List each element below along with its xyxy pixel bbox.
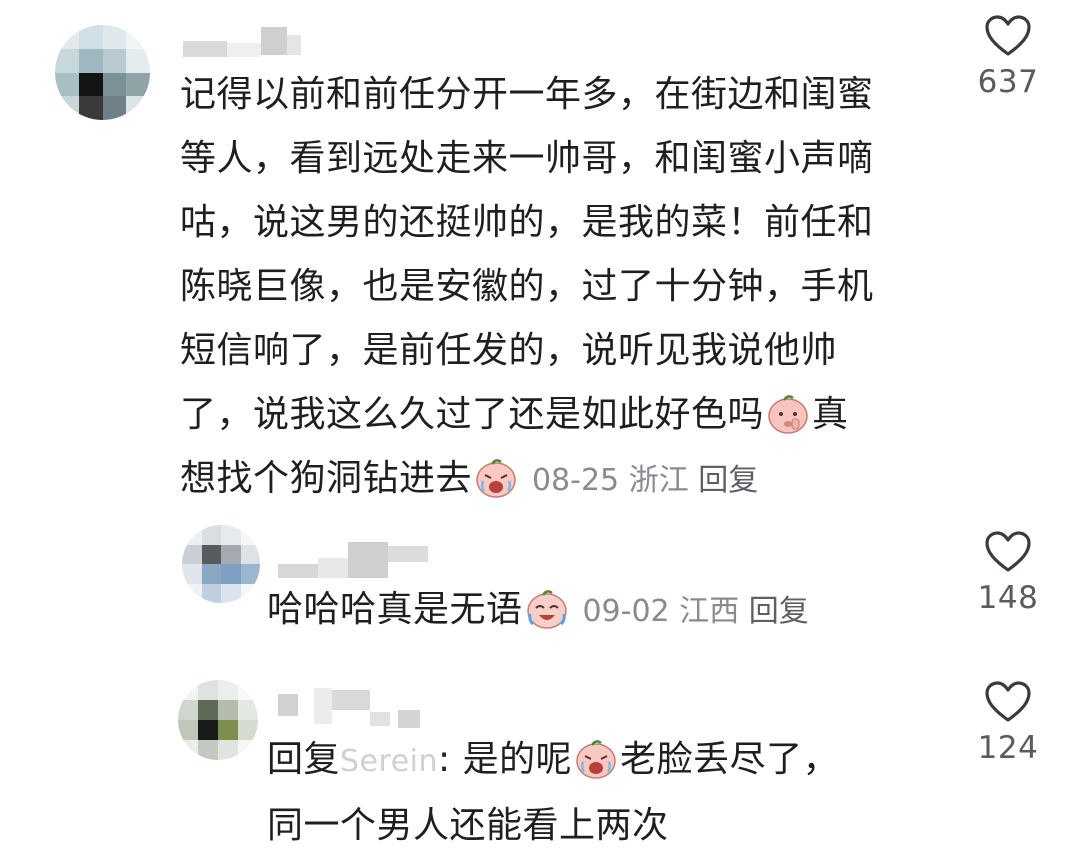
like-count: 124 <box>977 730 1039 766</box>
username-obscured[interactable] <box>278 688 420 728</box>
reply-button[interactable]: 回复 <box>698 463 758 498</box>
comment-line: 想找个狗洞钻进去 08-25 浙江 回复 <box>180 447 960 513</box>
comment-date: 09-02 <box>582 594 670 629</box>
comment-line: 记得以前和前任分开一年多，在街边和闺蜜 <box>180 74 874 115</box>
crying-face-icon <box>476 459 516 498</box>
like-button[interactable]: 637 <box>963 14 1053 100</box>
comment-meta: 08-25 浙江 回复 <box>532 463 758 498</box>
comment-line: 了，说我这么久过了还是如此好色吗 真 <box>180 383 960 447</box>
mention-username-obscured[interactable]: Serein <box>340 728 438 794</box>
comment-location: 江西 <box>679 594 740 629</box>
laugh-cry-face-icon <box>526 590 567 629</box>
comment-date: 08-25 <box>531 463 620 498</box>
crying-face-icon <box>576 740 616 779</box>
reply-prefix: 回复 <box>267 739 341 780</box>
reply-item: 回复Serein: 是的呢 老脸丢尽了， 同一个男人还能看上两次 124 <box>0 670 1080 859</box>
comment-line: 回复Serein: 是的呢 老脸丢尽了， <box>267 728 927 794</box>
comment-text: 哈哈哈真是无语 09-02 江西 回复 <box>267 578 927 644</box>
comment-line-text: : 是的呢 <box>438 739 573 780</box>
comment-line: 咕，说这男的还挺帅的，是我的菜！前任和 <box>180 202 874 243</box>
username-obscured[interactable] <box>183 27 301 57</box>
comment-line: 等人，看到远处走来一帅哥，和闺蜜小声嘀 <box>180 138 874 179</box>
mention-text: Serein <box>340 744 438 779</box>
comment-meta: 09-02 江西 回复 <box>582 594 808 629</box>
like-count: 148 <box>977 580 1039 616</box>
comment-text: 记得以前和前任分开一年多，在街边和闺蜜 等人，看到远处走来一帅哥，和闺蜜小声嘀 … <box>180 63 960 513</box>
comment-text: 回复Serein: 是的呢 老脸丢尽了， 同一个男人还能看上两次 <box>267 728 927 858</box>
comment-line-text: 哈哈哈真是无语 <box>267 589 523 630</box>
comment-line-text: 真 <box>812 394 849 435</box>
avatar[interactable] <box>55 25 150 120</box>
heart-outline-icon <box>985 15 1031 56</box>
reply-item: 哈哈哈真是无语 09-02 江西 回复 148 <box>0 510 1080 670</box>
comment-line-text: 想找个狗洞钻进去 <box>180 458 473 499</box>
comment-line: 短信响了，是前任发的，说听见我说他帅 <box>180 330 838 371</box>
comment-line: 陈晓巨像，也是安徽的，过了十分钟，手机 <box>180 266 874 307</box>
comment-line: 同一个男人还能看上两次 <box>267 805 669 846</box>
username-obscured[interactable] <box>278 542 428 578</box>
heart-outline-icon <box>985 531 1031 572</box>
comment-line-text: 了，说我这么久过了还是如此好色吗 <box>180 394 765 435</box>
avatar[interactable] <box>178 680 258 760</box>
like-button[interactable]: 148 <box>963 530 1053 616</box>
comment-item: 记得以前和前任分开一年多，在街边和闺蜜 等人，看到远处走来一帅哥，和闺蜜小声嘀 … <box>0 0 1080 500</box>
comment-line-text: 老脸丢尽了， <box>620 739 840 780</box>
comment-location: 浙江 <box>628 463 689 498</box>
avatar[interactable] <box>182 525 260 603</box>
like-count: 637 <box>977 64 1039 100</box>
heart-outline-icon <box>985 681 1031 722</box>
shush-face-icon <box>768 395 808 434</box>
reply-button[interactable]: 回复 <box>749 594 809 629</box>
comment-line: 哈哈哈真是无语 09-02 江西 回复 <box>267 578 927 644</box>
like-button[interactable]: 124 <box>963 680 1053 766</box>
